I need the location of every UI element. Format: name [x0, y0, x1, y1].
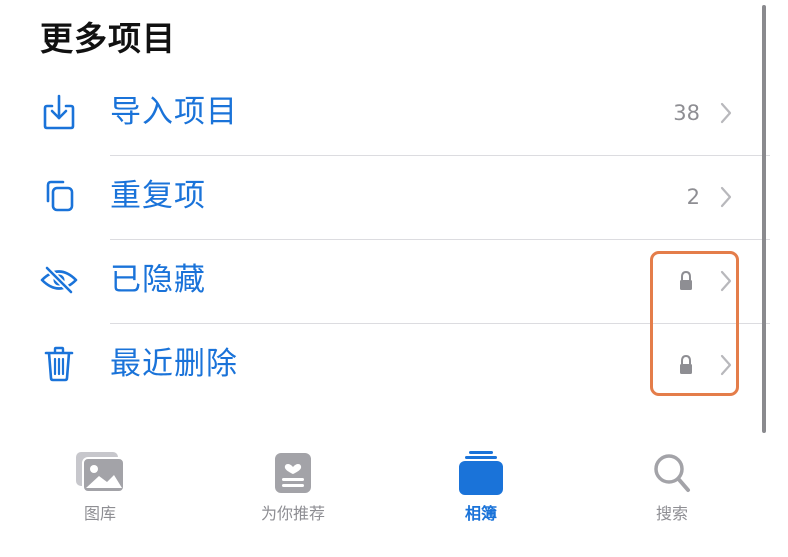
for-you-icon	[275, 453, 311, 493]
tab-albums[interactable]: 相簿	[421, 448, 541, 538]
list-item-imports[interactable]: 导入项目 38	[0, 72, 770, 156]
tab-for-you[interactable]: 为你推荐	[233, 448, 353, 538]
tab-search[interactable]: 搜索	[612, 448, 732, 538]
import-icon	[37, 90, 81, 134]
search-icon	[654, 454, 690, 492]
tab-label: 图库	[83, 504, 116, 523]
list-item-label: 导入项目	[110, 94, 238, 130]
list-item-label: 已隐藏	[110, 262, 206, 298]
item-count: 2	[686, 185, 700, 209]
chevron-right-icon	[720, 186, 732, 208]
item-count: 38	[673, 101, 700, 125]
chevron-right-icon	[720, 102, 732, 124]
duplicate-icon	[37, 174, 81, 218]
trash-icon	[37, 342, 81, 386]
albums-icon	[459, 451, 503, 495]
tab-label: 为你推荐	[260, 504, 325, 523]
tab-label: 相簿	[464, 504, 497, 523]
eye-slash-icon	[37, 258, 81, 302]
section-title: 更多项目	[40, 19, 176, 58]
lock-highlight-box	[650, 251, 739, 396]
tab-bar: 图库 为你推荐 相簿 搜索	[0, 440, 788, 557]
scrollbar[interactable]	[762, 5, 766, 433]
tab-label: 搜索	[655, 504, 688, 523]
list-item-label: 最近删除	[110, 346, 238, 382]
list-item-duplicates[interactable]: 重复项 2	[0, 156, 770, 240]
tab-library[interactable]: 图库	[40, 448, 160, 538]
list-item-label: 重复项	[110, 178, 206, 214]
photo-library-icon	[76, 452, 125, 493]
